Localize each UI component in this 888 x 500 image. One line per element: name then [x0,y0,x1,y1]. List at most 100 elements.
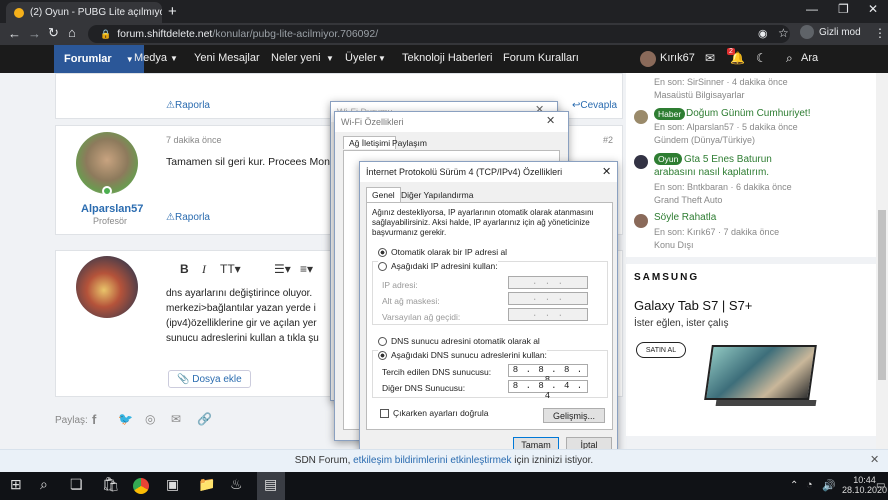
chevron-down-icon[interactable]: ▼ [326,54,334,63]
forward-icon[interactable]: → [28,26,41,41]
minimize-icon[interactable]: — [806,2,818,16]
preferred-dns-input[interactable]: 8 . 8 . 8 . 8 [508,364,588,385]
nav-medya[interactable]: Medya [134,52,167,64]
notification-link[interactable]: etkileşim bildirimlerini etkinleştirmek [353,455,511,466]
back-icon[interactable]: ← [8,26,21,41]
close-icon[interactable]: ✕ [602,165,611,178]
report-link[interactable]: ⚠Raporla [166,100,210,111]
avatar[interactable] [634,155,648,169]
restore-icon[interactable]: ❐ [838,2,849,16]
italic-icon[interactable]: I [202,262,206,277]
start-icon[interactable]: ⊞ [10,476,22,493]
pubg-taskbar-icon[interactable]: ▣ [166,476,179,493]
home-icon[interactable]: ⌂ [68,25,76,40]
align-icon[interactable]: ≡▾ [300,262,313,276]
tcpip-dialog[interactable]: İnternet Protokolü Sürüm 4 (TCP/IPv4) Öz… [359,161,618,454]
validate-checkbox[interactable]: Çıkarken ayarları doğrula [380,408,488,419]
chevron-down-icon[interactable]: ▼ [378,54,386,63]
item-forum[interactable]: Masaüstü Bilgisayarlar [654,90,745,100]
url-input[interactable]: 🔒 forum.shiftdelete.net /konular/pubg-li… [88,25,790,43]
post-time[interactable]: 7 dakika önce [166,135,222,145]
nav-forumlar-label: Forumlar [64,53,112,65]
star-icon[interactable]: ☆ [778,26,789,40]
post-text: Tamamen sil geri kur. Procees Monito [166,156,342,168]
store-icon[interactable]: 🛍 [102,476,120,493]
notification-text-end: için izninizi istiyor. [511,455,594,466]
avatar[interactable] [634,110,648,124]
item-forum[interactable]: Gündem (Dünya/Türkiye) [654,135,755,145]
steam-taskbar-icon[interactable]: ♨ [230,476,243,493]
task-view-icon[interactable]: ❏ [70,476,83,493]
twitter-icon[interactable]: 🐦 [118,412,133,426]
post-number[interactable]: #2 [603,135,613,145]
gateway-input: . . . [508,308,588,321]
thread-title[interactable]: Doğum Günüm Cumhuriyet! [686,108,811,119]
notification-center-icon[interactable]: ▭ [876,480,885,491]
nav-forum-kurallari[interactable]: Forum Kuralları [503,52,579,64]
nav-uyeler[interactable]: Üyeler [345,52,377,64]
nav-forumlar[interactable]: Forumlar ▼ [54,45,144,73]
menu-icon[interactable]: ⋮ [874,26,886,40]
nav-yeni-mesajlar[interactable]: Yeni Mesajlar [194,52,260,64]
radio-auto-dns[interactable]: DNS sunucu adresini otomatik olarak al [378,336,540,347]
volume-tray-icon[interactable]: 🔊 [822,479,836,492]
user-avatar[interactable] [640,51,656,67]
whatsapp-icon[interactable]: ◎ [145,412,155,426]
tab-diger-yapilandirma[interactable]: Diğer Yapılandırma [396,189,478,201]
browser-tab[interactable]: (2) Oyun - PUBG Lite açılmıyor | ✕ [6,2,162,23]
avatar[interactable] [634,214,648,228]
explorer-taskbar-icon[interactable]: 📁 [198,476,215,493]
list-icon[interactable]: ☰▾ [274,262,291,276]
text-size-icon[interactable]: TT▾ [220,262,241,276]
ad-buy-button[interactable]: SATIN AL [636,342,686,358]
reply-link[interactable]: ↩Cevapla [572,100,617,111]
taskbar-search-icon[interactable]: ⌕ [40,476,48,493]
facebook-icon[interactable]: f [92,412,96,427]
username[interactable]: Kırık67 [660,52,695,64]
close-notification-icon[interactable]: ✕ [870,453,879,466]
moon-icon[interactable]: ☾ [756,51,767,65]
preferred-dns-label: Tercih edilen DNS sunucusu: [382,367,492,377]
search-icon[interactable]: ⌕ [786,51,793,66]
editor-line: sunucu adreslerini kullan a tıkla şu [166,333,319,344]
link-icon[interactable]: 🔗 [197,412,212,426]
nav-teknoloji-haberleri[interactable]: Teknoloji Haberleri [402,52,493,64]
attach-file-button[interactable]: 📎 Dosya ekle [168,370,251,388]
new-tab-button[interactable]: + [168,3,177,20]
network-settings-icon[interactable]: ▤ [264,476,277,493]
advanced-button[interactable]: Gelişmiş... [543,408,605,423]
incognito-eye-icon[interactable]: ◉ [758,27,768,40]
chrome-taskbar-icon[interactable] [133,478,149,494]
close-window-icon[interactable]: ✕ [868,2,878,16]
incognito-badge[interactable]: Gizli mod [800,25,861,39]
report-link[interactable]: ⚠Raporla [166,212,210,223]
inbox-icon[interactable]: ✉ [705,51,715,65]
radio-manual-dns[interactable]: Aşağıdaki DNS sunucu adreslerini kullan: [378,350,547,361]
dialog-title: İnternet Protokolü Sürüm 4 (TCP/IPv4) Öz… [360,162,617,182]
reload-icon[interactable]: ↻ [48,25,59,41]
item-forum[interactable]: Konu Dışı [654,240,694,250]
ad-brand: SAMSUNG [634,272,700,283]
editor-textarea[interactable]: dns ayarlarını değiştirince oluyor. merk… [166,286,326,362]
item-forum[interactable]: Grand Theft Auto [654,195,722,205]
search-label[interactable]: Ara [801,52,818,64]
my-avatar[interactable] [76,256,138,318]
radio-auto-ip[interactable]: Otomatik olarak bir IP adresi al [378,247,507,258]
wifi-tray-icon[interactable]: ◔ [806,479,813,491]
mask-label: Alt ağ maskesi: [382,296,440,306]
author-name[interactable]: Alparslan57 [81,203,143,215]
scrollbar-thumb[interactable] [878,210,886,380]
chevron-down-icon[interactable]: ▼ [170,54,178,63]
thread-title[interactable]: Söyle Rahatla [654,212,716,223]
dialog-title: Wi-Fi Özellikleri [335,112,568,132]
tab-paylasim[interactable]: Paylaşım [387,137,432,149]
author-avatar[interactable] [76,132,138,194]
nav-neler-yeni[interactable]: Neler yeni [271,52,321,64]
radio-manual-ip[interactable]: Aşağıdaki IP adresini kullan: [378,261,498,272]
bold-icon[interactable]: B [180,262,189,276]
close-icon[interactable]: ✕ [546,114,555,127]
alternate-dns-input[interactable]: 8 . 8 . 4 . 4 [508,380,588,401]
thread-title[interactable]: Gta 5 Enes Baturun arabasını nasıl kapla… [654,153,814,179]
tray-chevron-icon[interactable]: ⌃ [790,480,798,491]
email-icon[interactable]: ✉ [171,412,181,426]
